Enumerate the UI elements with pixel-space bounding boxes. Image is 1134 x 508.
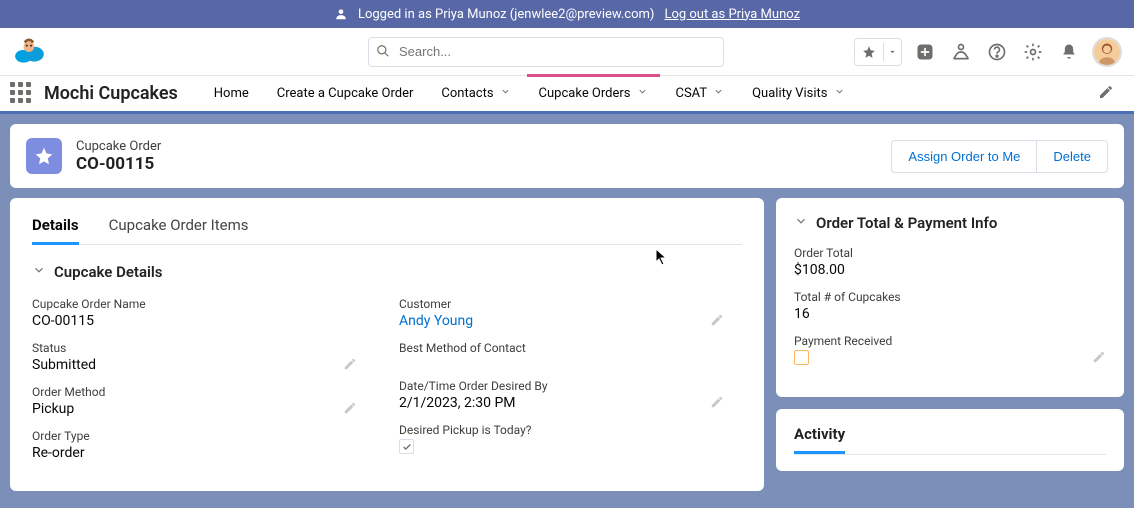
delete-button[interactable]: Delete [1037, 140, 1108, 173]
field-value: 2/1/2023, 2:30 PM [399, 395, 724, 411]
section-payment-info[interactable]: Order Total & Payment Info [794, 214, 1106, 232]
record-type-icon [26, 138, 62, 174]
section-cupcake-details[interactable]: Cupcake Details [32, 263, 742, 281]
field-status: Status Submitted [32, 341, 357, 373]
field-payment-received: Payment Received [794, 334, 1106, 369]
app-name: Mochi Cupcakes [44, 83, 178, 104]
pencil-icon[interactable] [710, 395, 724, 413]
tab-activity[interactable]: Activity [794, 425, 845, 454]
edit-nav-icon[interactable] [1098, 84, 1124, 104]
add-icon[interactable] [912, 39, 938, 65]
nav-label: Contacts [441, 86, 493, 101]
chevron-down-icon [794, 214, 808, 232]
impersonation-text: Logged in as Priya Munoz (jenwlee2@previ… [358, 7, 654, 22]
field-label: Cupcake Order Name [32, 297, 357, 311]
nav-csat[interactable]: CSAT [664, 75, 737, 113]
activity-card: Activity [776, 409, 1124, 471]
field-label: Order Method [32, 385, 357, 399]
checkbox-unchecked [794, 350, 809, 365]
field-value: 16 [794, 306, 1106, 322]
user-avatar[interactable] [1092, 37, 1122, 67]
tab-details[interactable]: Details [32, 216, 79, 244]
field-value: Pickup [32, 401, 357, 417]
record-name: CO-00115 [76, 154, 161, 174]
help-icon[interactable] [984, 39, 1010, 65]
main-panel: Details Cupcake Order Items Cupcake Deta… [10, 198, 764, 491]
field-desired-datetime: Date/Time Order Desired By 2/1/2023, 2:3… [399, 379, 724, 411]
field-order-name: Cupcake Order Name CO-00115 [32, 297, 357, 329]
pencil-icon[interactable] [343, 357, 357, 375]
nav-contacts[interactable]: Contacts [429, 75, 522, 113]
field-cupcake-count: Total # of Cupcakes 16 [794, 290, 1106, 322]
pencil-icon[interactable] [343, 401, 357, 419]
section-title: Order Total & Payment Info [816, 214, 997, 232]
chevron-down-icon [713, 86, 724, 101]
customer-link[interactable]: Andy Young [399, 313, 724, 329]
field-label: Customer [399, 297, 724, 311]
nav-label: Cupcake Orders [539, 86, 631, 101]
nav-label: Home [214, 86, 249, 101]
record-title: Cupcake Order CO-00115 [76, 139, 161, 174]
bell-icon[interactable] [1056, 39, 1082, 65]
field-label: Total # of Cupcakes [794, 290, 1106, 304]
nav-quality-visits[interactable]: Quality Visits [740, 75, 856, 113]
pencil-icon[interactable] [710, 313, 724, 331]
field-value: CO-00115 [32, 313, 357, 329]
gear-icon[interactable] [1020, 39, 1046, 65]
field-label: Payment Received [794, 334, 1106, 348]
nav-home[interactable]: Home [202, 75, 261, 113]
trailhead-icon[interactable] [948, 39, 974, 65]
field-label: Order Total [794, 246, 1106, 260]
field-value: Re-order [32, 445, 357, 461]
star-icon [859, 45, 879, 59]
field-order-total: Order Total $108.00 [794, 246, 1106, 278]
field-customer: Customer Andy Young [399, 297, 724, 329]
tab-order-items[interactable]: Cupcake Order Items [109, 216, 249, 244]
chevron-down-icon [637, 86, 648, 101]
field-label: Desired Pickup is Today? [399, 423, 724, 437]
record-header: Cupcake Order CO-00115 Assign Order to M… [10, 124, 1124, 188]
favorites-button[interactable] [854, 38, 902, 66]
record-type-label: Cupcake Order [76, 139, 161, 154]
search-input[interactable] [368, 37, 724, 67]
chevron-down-icon [32, 263, 46, 281]
salesforce-logo [12, 34, 48, 70]
global-search [368, 37, 724, 67]
payment-info-card: Order Total & Payment Info Order Total $… [776, 198, 1124, 397]
field-label: Order Type [32, 429, 357, 443]
pencil-icon[interactable] [1092, 350, 1106, 368]
chevron-down-icon [883, 43, 897, 61]
nav-label: Create a Cupcake Order [277, 86, 414, 101]
field-label: Best Method of Contact [399, 341, 724, 355]
chevron-down-icon [500, 86, 511, 101]
field-order-type: Order Type Re-order [32, 429, 357, 461]
section-title: Cupcake Details [54, 263, 163, 281]
field-value: Submitted [32, 357, 357, 373]
nav-cupcake-orders[interactable]: Cupcake Orders [527, 75, 660, 113]
search-icon [376, 44, 390, 62]
global-header [0, 28, 1134, 76]
field-label: Status [32, 341, 357, 355]
checkbox-checked [399, 439, 414, 454]
impersonation-banner: Logged in as Priya Munoz (jenwlee2@previ… [0, 0, 1134, 28]
app-launcher-icon[interactable] [10, 82, 34, 106]
field-order-method: Order Method Pickup [32, 385, 357, 417]
field-best-contact: Best Method of Contact [399, 341, 724, 355]
nav-label: CSAT [676, 86, 708, 101]
field-label: Date/Time Order Desired By [399, 379, 724, 393]
nav-create-order[interactable]: Create a Cupcake Order [265, 75, 426, 113]
app-nav: Mochi Cupcakes Home Create a Cupcake Ord… [0, 76, 1134, 114]
field-value: $108.00 [794, 262, 1106, 278]
chevron-down-icon [834, 86, 845, 101]
detail-tabs: Details Cupcake Order Items [32, 216, 742, 245]
nav-label: Quality Visits [752, 86, 827, 101]
person-icon [334, 7, 348, 21]
logout-link[interactable]: Log out as Priya Munoz [664, 7, 800, 22]
field-pickup-today: Desired Pickup is Today? [399, 423, 724, 456]
assign-order-button[interactable]: Assign Order to Me [891, 140, 1037, 173]
